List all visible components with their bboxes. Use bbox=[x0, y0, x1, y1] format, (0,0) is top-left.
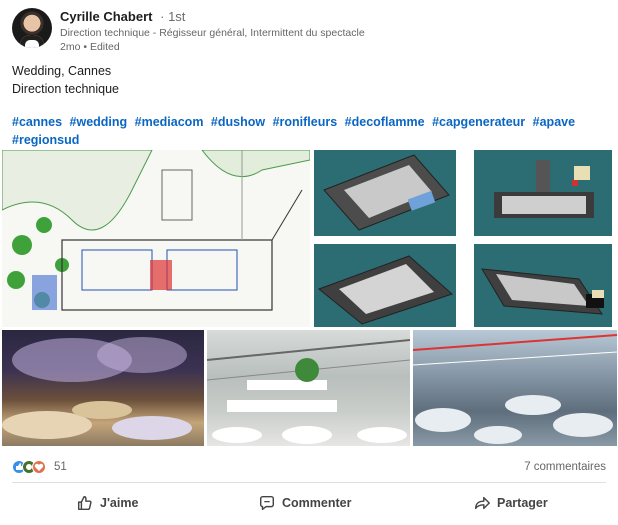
post-time: 2mo bbox=[60, 41, 81, 53]
hashtag[interactable]: #capgenerateur bbox=[432, 115, 525, 129]
author-headline: Direction technique - Régisseur général,… bbox=[60, 27, 365, 39]
love-icon bbox=[32, 460, 46, 474]
divider bbox=[12, 482, 606, 483]
hashtag[interactable]: #decoflamme bbox=[345, 115, 425, 129]
connection-degree: · 1st bbox=[160, 9, 186, 24]
comment-label: Commenter bbox=[282, 496, 352, 510]
post-meta: 2mo • Edited bbox=[60, 41, 120, 53]
event-photo[interactable] bbox=[2, 330, 204, 446]
author-name[interactable]: Cyrille Chabert bbox=[60, 9, 152, 24]
share-button[interactable]: Partager bbox=[473, 490, 548, 516]
post-header: Cyrille Chabert · 1st Direction techniqu… bbox=[12, 8, 606, 54]
comment-button[interactable]: Commenter bbox=[258, 490, 351, 516]
author-name-row: Cyrille Chabert · 1st bbox=[60, 9, 185, 24]
render-image-1[interactable] bbox=[314, 150, 456, 236]
render-image-2[interactable] bbox=[474, 150, 612, 236]
floor-plan-image[interactable] bbox=[2, 150, 310, 327]
hashtag[interactable]: #regionsud bbox=[12, 133, 79, 147]
hashtag[interactable]: #dushow bbox=[211, 115, 265, 129]
render-image-4[interactable] bbox=[474, 244, 612, 327]
hashtag[interactable]: #mediacom bbox=[135, 115, 204, 129]
like-label: J'aime bbox=[100, 496, 139, 510]
like-button[interactable]: J'aime bbox=[76, 490, 138, 516]
render-interior-1[interactable] bbox=[207, 330, 410, 446]
hashtag[interactable]: #wedding bbox=[70, 115, 128, 129]
post-text: Wedding, Cannes Direction technique bbox=[12, 62, 606, 98]
author-avatar[interactable] bbox=[12, 8, 52, 48]
edited-label: Edited bbox=[89, 41, 120, 53]
share-label: Partager bbox=[497, 496, 548, 510]
comments-count[interactable]: 7 commentaires bbox=[524, 461, 606, 473]
image-grid bbox=[0, 150, 618, 446]
hashtag[interactable]: #ronifleurs bbox=[273, 115, 338, 129]
hashtag[interactable]: #apave bbox=[533, 115, 575, 129]
render-interior-2[interactable] bbox=[413, 330, 617, 446]
hashtags: #cannes #wedding #mediacom #dushow #roni… bbox=[12, 113, 606, 149]
hashtag[interactable]: #cannes bbox=[12, 115, 62, 129]
post-line: Wedding, Cannes bbox=[12, 64, 112, 78]
comment-icon bbox=[259, 495, 275, 511]
meta-separator: • bbox=[83, 41, 88, 53]
thumbs-up-icon bbox=[77, 495, 92, 511]
share-arrow-icon bbox=[474, 496, 490, 510]
reaction-count[interactable]: 51 bbox=[54, 461, 67, 473]
post-line: Direction technique bbox=[12, 82, 120, 96]
render-image-3[interactable] bbox=[314, 244, 456, 327]
